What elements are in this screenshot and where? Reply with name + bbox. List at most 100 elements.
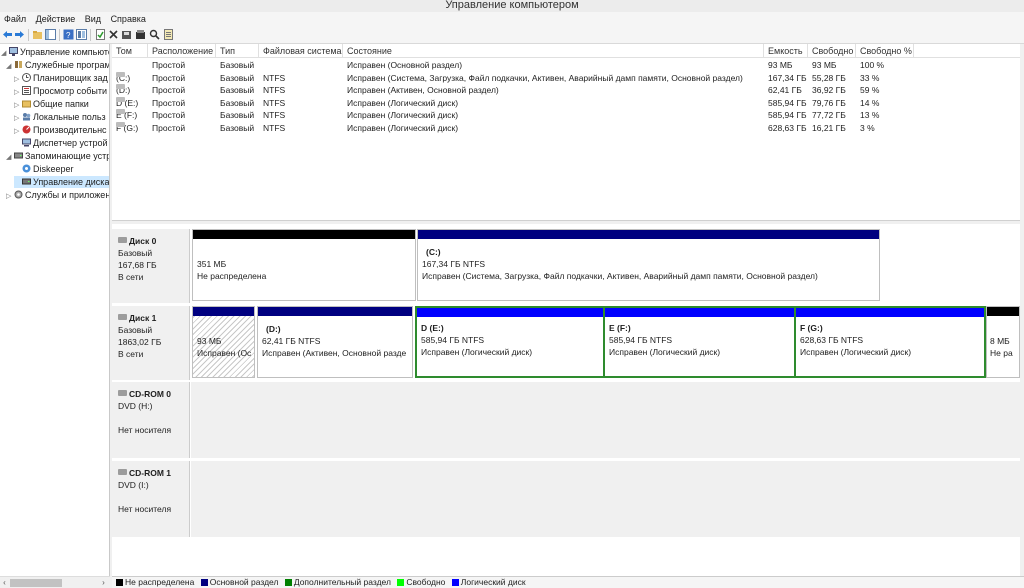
volume-row[interactable]: (C:) Простой Базовый NTFS Исправен (Система,… (112, 71, 1020, 84)
partition-unallocated-8mb[interactable]: 8 МБ Не ра (986, 306, 1020, 378)
cdrom-1-label[interactable]: CD-ROM 1 DVD (I:) Нет носителя (112, 461, 190, 537)
volume-cell: 55,28 ГБ (812, 72, 846, 83)
column-header-capacity[interactable]: Емкость (764, 44, 808, 58)
partition-e[interactable]: D (E:) 585,94 ГБ NTFS Исправен (Логическ… (415, 306, 605, 378)
volume-icon (116, 122, 125, 127)
collapse-icon[interactable]: ◢ (6, 61, 14, 73)
open-icon[interactable] (135, 29, 146, 40)
menu-view[interactable]: Вид (82, 12, 104, 27)
partition-size: 585,94 ГБ NTFS (609, 335, 673, 345)
delete-icon[interactable] (108, 29, 119, 40)
tree-item-label: Локальные польз (33, 112, 106, 122)
partition-title: (D:) (266, 324, 281, 334)
disk-name: Диск 1 (129, 313, 157, 323)
computer-management-window: Управление компьютером Файл Действие Вид… (0, 0, 1024, 588)
legend-label: Логический диск (460, 577, 526, 587)
help-icon[interactable]: ? (63, 29, 74, 40)
cdrom-0-label[interactable]: CD-ROM 0 DVD (H:) Нет носителя (112, 382, 190, 458)
partition-bar (193, 230, 415, 239)
diskeeper-icon (22, 164, 31, 173)
event-viewer-icon (22, 86, 31, 95)
device-manager-icon (22, 138, 31, 147)
properties-icon[interactable] (76, 29, 87, 40)
legend-swatch (397, 579, 405, 586)
legend-item: Не распределена (116, 577, 194, 588)
volume-icon (116, 109, 125, 115)
toolbar: ? (0, 27, 1024, 44)
menu-help[interactable]: Справка (108, 12, 149, 27)
tree-item-local-users[interactable]: ▷ Локальные польз (14, 111, 106, 123)
volume-row[interactable]: D (E:) Простой Базовый NTFS Исправен (Логиче… (112, 96, 1020, 109)
column-header-file-system[interactable]: Файловая система (259, 44, 343, 58)
volume-row[interactable]: (D:) Простой Базовый NTFS Исправен (Активен,… (112, 84, 1020, 96)
volume-row[interactable]: E (F:) Простой Базовый NTFS Исправен (Логиче… (112, 109, 1020, 121)
tree-item-disk-management[interactable]: Управление диска (14, 176, 109, 188)
tree-item-task-scheduler[interactable]: ▷ Планировщик зад (14, 72, 108, 84)
tree-item-services[interactable]: ▷ Службы и приложен (6, 189, 109, 203)
forward-arrow-icon[interactable] (14, 29, 25, 40)
column-header-free[interactable]: Свободно (808, 44, 856, 58)
scroll-left-icon[interactable]: ‹ (0, 578, 9, 588)
volume-cell: Исправен (Активен, Основной раздел) (347, 85, 499, 96)
column-header-status[interactable]: Состояние (343, 44, 764, 58)
cdrom-0-row: CD-ROM 0 DVD (H:) Нет носителя (112, 382, 1020, 458)
refresh-icon[interactable] (95, 29, 106, 40)
menu-action[interactable]: Действие (33, 12, 79, 27)
volume-row[interactable]: Простой Базовый Исправен (Основной раздел)… (112, 59, 1020, 71)
volume-cell: Базовый (220, 123, 255, 133)
volume-cell: Базовый (220, 60, 255, 70)
column-header-volume[interactable]: Том (112, 44, 148, 58)
expand-icon[interactable]: ▷ (6, 191, 14, 203)
volume-row[interactable]: F (G:) Простой Базовый NTFS Исправен (Логиче… (112, 122, 1020, 134)
pane-splitter[interactable] (112, 220, 1024, 223)
console-tree-icon[interactable] (45, 29, 56, 40)
tree-item-storage[interactable]: ◢ Запоминающие устр (6, 150, 109, 164)
tree-item-shared-folders[interactable]: ▷ Общие папки (14, 98, 89, 110)
tree-item-event-viewer[interactable]: ▷ Просмотр событи (14, 85, 107, 97)
tree-item-performance[interactable]: ▷ Производительнс (14, 124, 107, 136)
tree-horizontal-scrollbar[interactable]: ‹ › (0, 576, 110, 588)
disk-size: 1863,02 ГБ (118, 337, 162, 347)
graph-vertical-scrollbar[interactable] (1020, 44, 1024, 576)
volume-cell: 77,72 ГБ (812, 110, 846, 121)
partition-unallocated[interactable]: 351 МБ Не распределена (192, 229, 416, 301)
column-header-type[interactable]: Тип (216, 44, 259, 58)
collapse-icon[interactable]: ◢ (6, 152, 14, 164)
volume-cell: Простой (152, 60, 186, 70)
partition-system-reserved[interactable]: 93 МБ Исправен (Ос (192, 306, 255, 378)
partition-size: 167,34 ГБ NTFS (422, 259, 486, 269)
volume-icon (116, 84, 125, 90)
tree-item-diskeeper[interactable]: Diskeeper (14, 163, 74, 175)
menu-file[interactable]: Файл (1, 12, 29, 27)
cdrom-1-area (191, 461, 1020, 537)
column-header-layout[interactable]: Расположение (148, 44, 216, 58)
partition-d[interactable]: (D:) 62,41 ГБ NTFS Исправен (Активен, Ос… (257, 306, 413, 378)
storage-icon (14, 152, 23, 159)
volume-cell: Исправен (Система, Загрузка, Файл подкач… (347, 72, 743, 83)
disk-type: Базовый (118, 248, 153, 258)
volume-cell: 59 % (860, 85, 880, 96)
partition-bar (605, 308, 794, 317)
partition-f[interactable]: E (F:) 585,94 ГБ NTFS Исправен (Логическ… (603, 306, 796, 378)
partition-g[interactable]: F (G:) 628,63 ГБ NTFS Исправен (Логическ… (794, 306, 986, 378)
tree-item-root[interactable]: ◢ Управление компьютер (1, 46, 109, 58)
scroll-right-icon[interactable]: › (99, 578, 108, 588)
disk-size: 167,68 ГБ (118, 260, 157, 270)
partition-c[interactable]: (C:) 167,34 ГБ NTFS Исправен (Система, З… (417, 229, 880, 301)
partition-title: D (E:) (421, 323, 444, 333)
scroll-thumb[interactable] (10, 579, 62, 587)
help-book-icon[interactable] (163, 29, 174, 40)
up-folder-icon[interactable] (32, 29, 43, 40)
legend-label: Дополнительный раздел (293, 577, 391, 587)
tree-item-device-manager[interactable]: Диспетчер устрой (14, 137, 108, 149)
disk-properties-icon[interactable] (121, 29, 132, 40)
disk-1-label[interactable]: Диск 1 Базовый 1863,02 ГБ В сети (112, 306, 190, 380)
volume-cell: Базовый (220, 85, 255, 96)
search-icon[interactable] (149, 29, 160, 40)
disk-status: Нет носителя (118, 425, 172, 435)
partition-title: (C:) (426, 247, 441, 257)
back-arrow-icon[interactable] (2, 29, 13, 40)
column-header-free-percent[interactable]: Свободно % (856, 44, 914, 58)
disk-0-label[interactable]: Диск 0 Базовый 167,68 ГБ В сети (112, 229, 190, 303)
tree-item-system-tools[interactable]: ◢ Служебные програм (6, 59, 109, 73)
